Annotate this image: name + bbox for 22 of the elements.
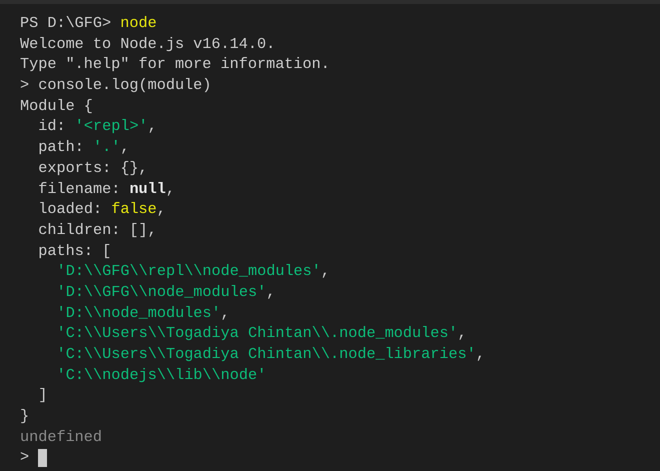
terminal-line: Type ".help" for more information. — [20, 54, 330, 76]
terminal-line: Welcome to Node.js v16.14.0. — [20, 34, 276, 54]
terminal-line: children: [], — [38, 220, 157, 241]
terminal-line: ] — [38, 385, 48, 406]
terminal-line: } — [20, 406, 30, 427]
terminal-line: 'D:\\GFG\\node_modules', — [56, 282, 276, 303]
terminal-line: 'C:\\nodejs\\lib\\node' — [56, 364, 266, 386]
terminal-line: Module { — [20, 96, 93, 116]
terminal-line: 'C:\\Users\\Togadiya Chintan\\.node_libraries', — [56, 344, 485, 365]
terminal-line: 'D:\\GFG\\repl\\node_modules', — [56, 261, 330, 282]
terminal-line: 'C:\\Users\\Togadiya Chintan\\.node_modules', — [56, 323, 467, 344]
terminal-line: undefined — [20, 426, 102, 448]
terminal-line: id: '<repl>', — [38, 116, 157, 138]
terminal-line: exports: {}, — [38, 158, 148, 178]
terminal-line: filename: null, — [38, 178, 176, 200]
terminal-line: > — [20, 447, 30, 468]
terminal-line: > console.log(module) — [20, 75, 212, 96]
terminal-line: loaded: false, — [38, 199, 166, 220]
terminal-line: path: '.', — [38, 137, 130, 158]
terminal-line: PS D:\GFG> node — [20, 13, 157, 34]
terminal-line: 'D:\\node_modules', — [56, 302, 230, 324]
terminal-line: paths: [ — [38, 240, 112, 262]
